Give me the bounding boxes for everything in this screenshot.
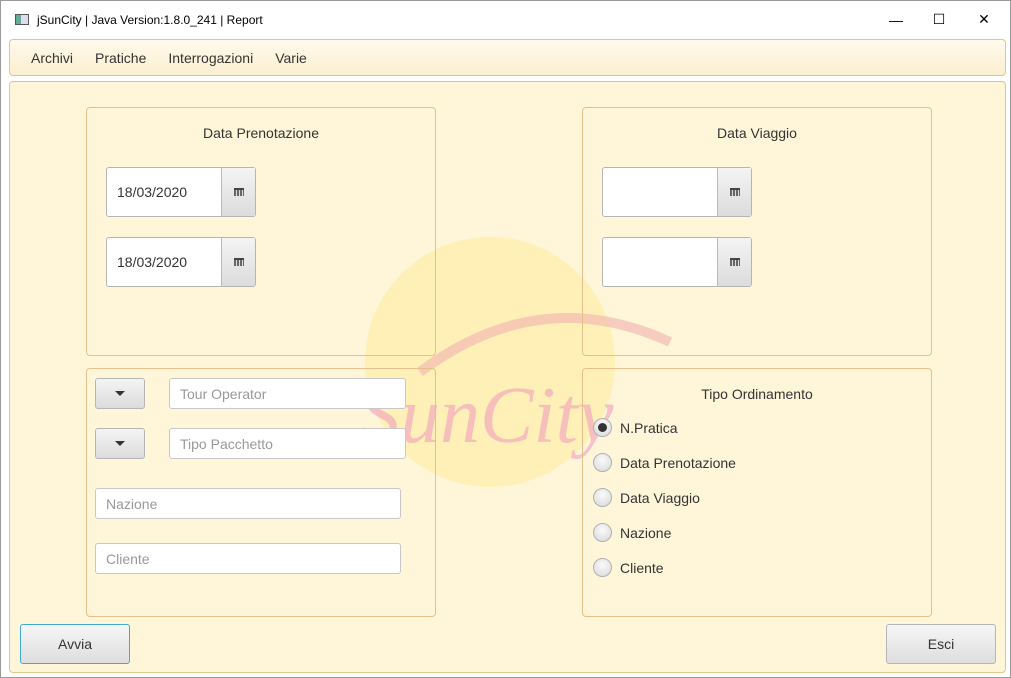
menu-bar: Archivi Pratiche Interrogazioni Varie	[9, 39, 1006, 76]
maximize-button[interactable]: ☐	[916, 1, 962, 38]
data-viaggio-title: Data Viaggio	[717, 125, 797, 141]
data-viaggio-to-picker[interactable]	[602, 237, 752, 287]
calendar-icon	[729, 188, 740, 196]
title-bar: jSunCity | Java Version:1.8.0_241 | Repo…	[1, 1, 1010, 38]
tipo-ordinamento-title: Tipo Ordinamento	[701, 386, 813, 402]
calendar-button[interactable]	[717, 238, 751, 286]
date-input[interactable]	[603, 168, 717, 216]
app-icon	[15, 14, 29, 25]
calendar-icon	[233, 258, 244, 266]
menu-interrogazioni[interactable]: Interrogazioni	[157, 50, 264, 66]
minimize-button[interactable]: —	[873, 1, 919, 38]
data-prenotazione-to-picker[interactable]: 18/03/2020	[106, 237, 256, 287]
nazione-input[interactable]: Nazione	[95, 488, 401, 519]
app-window: jSunCity | Java Version:1.8.0_241 | Repo…	[0, 0, 1011, 678]
calendar-icon	[729, 258, 740, 266]
window-title: jSunCity | Java Version:1.8.0_241 | Repo…	[37, 12, 263, 27]
tipo-pacchetto-dropdown[interactable]	[95, 428, 145, 459]
radio-label: Data Prenotazione	[620, 454, 736, 471]
data-prenotazione-title: Data Prenotazione	[203, 125, 319, 141]
tour-operator-dropdown[interactable]	[95, 378, 145, 409]
radio-label: Nazione	[620, 524, 672, 541]
filters-group: Tour Operator Tipo Pacchetto Nazione Cli…	[86, 368, 436, 617]
radio-cliente[interactable]: Cliente	[593, 558, 664, 577]
data-prenotazione-group: Data Prenotazione 18/03/2020 18/03/2020	[86, 107, 436, 356]
tipo-ordinamento-group: Tipo Ordinamento N.Pratica Data Prenotaz…	[582, 368, 932, 617]
radio-n-pratica[interactable]: N.Pratica	[593, 418, 678, 437]
calendar-button[interactable]	[221, 168, 255, 216]
avvia-button[interactable]: Avvia	[20, 624, 130, 664]
menu-pratiche[interactable]: Pratiche	[84, 50, 157, 66]
radio-data-prenotazione[interactable]: Data Prenotazione	[593, 453, 736, 472]
data-viaggio-group: Data Viaggio	[582, 107, 932, 356]
tour-operator-input[interactable]: Tour Operator	[169, 378, 406, 409]
data-prenotazione-from-picker[interactable]: 18/03/2020	[106, 167, 256, 217]
menu-archivi[interactable]: Archivi	[20, 50, 84, 66]
esci-button[interactable]: Esci	[886, 624, 996, 664]
radio-label: Data Viaggio	[620, 489, 700, 506]
chevron-down-icon	[115, 441, 125, 446]
radio-selected-dot	[598, 423, 607, 432]
calendar-icon	[233, 188, 244, 196]
calendar-button[interactable]	[221, 238, 255, 286]
report-panel: SunCity Data Prenotazione 18/03/2020 18/…	[9, 81, 1006, 673]
calendar-button[interactable]	[717, 168, 751, 216]
close-button[interactable]: ✕	[961, 1, 1007, 38]
date-input[interactable]	[603, 238, 717, 286]
chevron-down-icon	[115, 391, 125, 396]
date-input[interactable]: 18/03/2020	[107, 238, 221, 286]
tipo-pacchetto-input[interactable]: Tipo Pacchetto	[169, 428, 406, 459]
menu-varie[interactable]: Varie	[264, 50, 318, 66]
radio-label: N.Pratica	[620, 419, 678, 436]
radio-nazione[interactable]: Nazione	[593, 523, 671, 542]
date-input[interactable]: 18/03/2020	[107, 168, 221, 216]
cliente-input[interactable]: Cliente	[95, 543, 401, 574]
radio-label: Cliente	[620, 559, 664, 576]
data-viaggio-from-picker[interactable]	[602, 167, 752, 217]
radio-data-viaggio[interactable]: Data Viaggio	[593, 488, 700, 507]
